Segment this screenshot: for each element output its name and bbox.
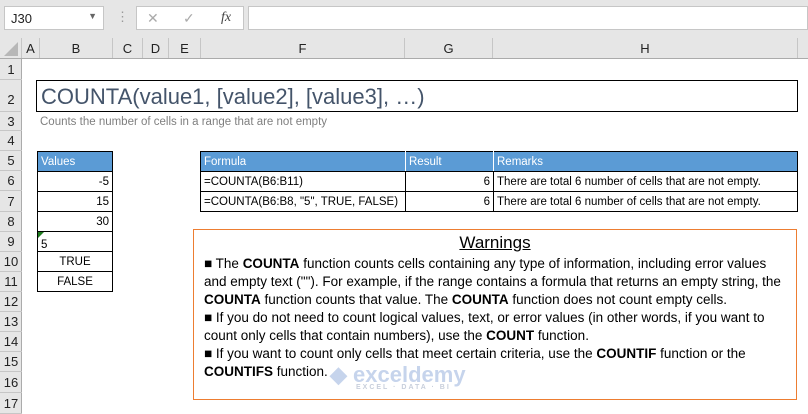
row-header-3[interactable]: 3 <box>0 112 22 131</box>
warning-item: ■ The COUNTA function counts cells conta… <box>204 256 781 307</box>
row-header-15[interactable]: 15 <box>0 352 22 372</box>
column-header-f[interactable]: F <box>201 38 405 58</box>
column-headers: A B C D E F G H <box>0 38 808 59</box>
row-header-12[interactable]: 12 <box>0 292 22 312</box>
value-cell[interactable]: -5 <box>37 171 113 192</box>
row-header-10[interactable]: 10 <box>0 252 22 272</box>
values-header: Values <box>37 151 113 172</box>
formula-header: Formula <box>200 151 406 172</box>
function-syntax-title: COUNTA(value1, [value2], [value3], …) <box>36 80 798 112</box>
error-indicator-icon <box>38 232 44 238</box>
result-cell[interactable]: 6 <box>405 171 494 192</box>
row-header-2[interactable]: 2 <box>0 80 22 112</box>
result-cell[interactable]: 6 <box>405 191 494 212</box>
warning-item: ■ If you want to count only cells that m… <box>204 346 746 379</box>
column-header-d[interactable]: D <box>143 38 169 58</box>
formula-buttons: ✕ ✓ fx <box>136 6 244 30</box>
column-header-b[interactable]: B <box>40 38 113 58</box>
column-header-c[interactable]: C <box>113 38 143 58</box>
column-header-a[interactable]: A <box>22 38 40 58</box>
row-header-14[interactable]: 14 <box>0 332 22 352</box>
function-description: Counts the number of cells in a range th… <box>40 116 328 128</box>
column-header-h[interactable]: H <box>493 38 798 58</box>
row-header-5[interactable]: 5 <box>0 151 22 171</box>
formula-cell[interactable]: =COUNTA(B6:B8, "5", TRUE, FALSE) <box>200 191 406 212</box>
column-header-e[interactable]: E <box>169 38 201 58</box>
warnings-title: Warnings <box>459 233 531 252</box>
value-cell[interactable]: 15 <box>37 191 113 212</box>
table-row: =COUNTA(B6:B8, "5", TRUE, FALSE) 6 There… <box>200 191 798 212</box>
formula-table: Formula Result Remarks =COUNTA(B6:B11) 6… <box>200 151 798 212</box>
row-header-6[interactable]: 6 <box>0 171 22 191</box>
row-header-13[interactable]: 13 <box>0 312 22 332</box>
row-header-17[interactable]: 17 <box>0 393 22 414</box>
row-header-11[interactable]: 11 <box>0 272 22 292</box>
row-header-4[interactable]: 4 <box>0 131 22 151</box>
cancel-icon[interactable]: ✕ <box>147 10 159 27</box>
name-box[interactable]: J30 ▼ <box>4 6 104 30</box>
value-cell-text[interactable]: 5 <box>37 231 113 252</box>
value-cell[interactable]: FALSE <box>37 271 113 292</box>
value-cell[interactable]: 30 <box>37 211 113 232</box>
table-row: =COUNTA(B6:B11) 6 There are total 6 numb… <box>200 171 798 192</box>
row-header-7[interactable]: 7 <box>0 191 22 212</box>
chevron-down-icon[interactable]: ▼ <box>88 11 97 21</box>
exceldemy-watermark-logo: ◆ exceldemy EXCEL · DATA · BI <box>330 362 466 391</box>
row-headers: 1 2 3 4 5 6 7 8 9 10 11 12 13 14 15 16 17 <box>0 59 22 414</box>
value-cell[interactable]: TRUE <box>37 251 113 272</box>
fx-icon[interactable]: fx <box>221 10 231 26</box>
row-header-8[interactable]: 8 <box>0 212 22 232</box>
remarks-cell[interactable]: There are total 6 number of cells that a… <box>493 191 798 212</box>
result-header: Result <box>405 151 494 172</box>
warning-item: ■ If you do not need to count logical va… <box>204 310 765 343</box>
formula-input[interactable] <box>248 6 808 30</box>
value-text: 5 <box>41 239 48 251</box>
name-box-value: J30 <box>11 11 32 26</box>
row-header-16[interactable]: 16 <box>0 372 22 393</box>
enter-icon[interactable]: ✓ <box>183 10 195 27</box>
select-all-triangle-icon[interactable] <box>4 42 18 56</box>
warnings-box: Warnings ■ The COUNTA function counts ce… <box>193 229 797 400</box>
remarks-header: Remarks <box>493 151 798 172</box>
formula-cell[interactable]: =COUNTA(B6:B11) <box>200 171 406 192</box>
row-header-1[interactable]: 1 <box>0 59 22 80</box>
values-table: Values -5 15 30 5 TRUE FALSE <box>37 151 113 292</box>
drag-handle-icon[interactable]: ⋮ <box>116 9 129 25</box>
column-header-g[interactable]: G <box>405 38 493 58</box>
row-header-9[interactable]: 9 <box>0 232 22 252</box>
remarks-cell[interactable]: There are total 6 number of cells that a… <box>493 171 798 192</box>
